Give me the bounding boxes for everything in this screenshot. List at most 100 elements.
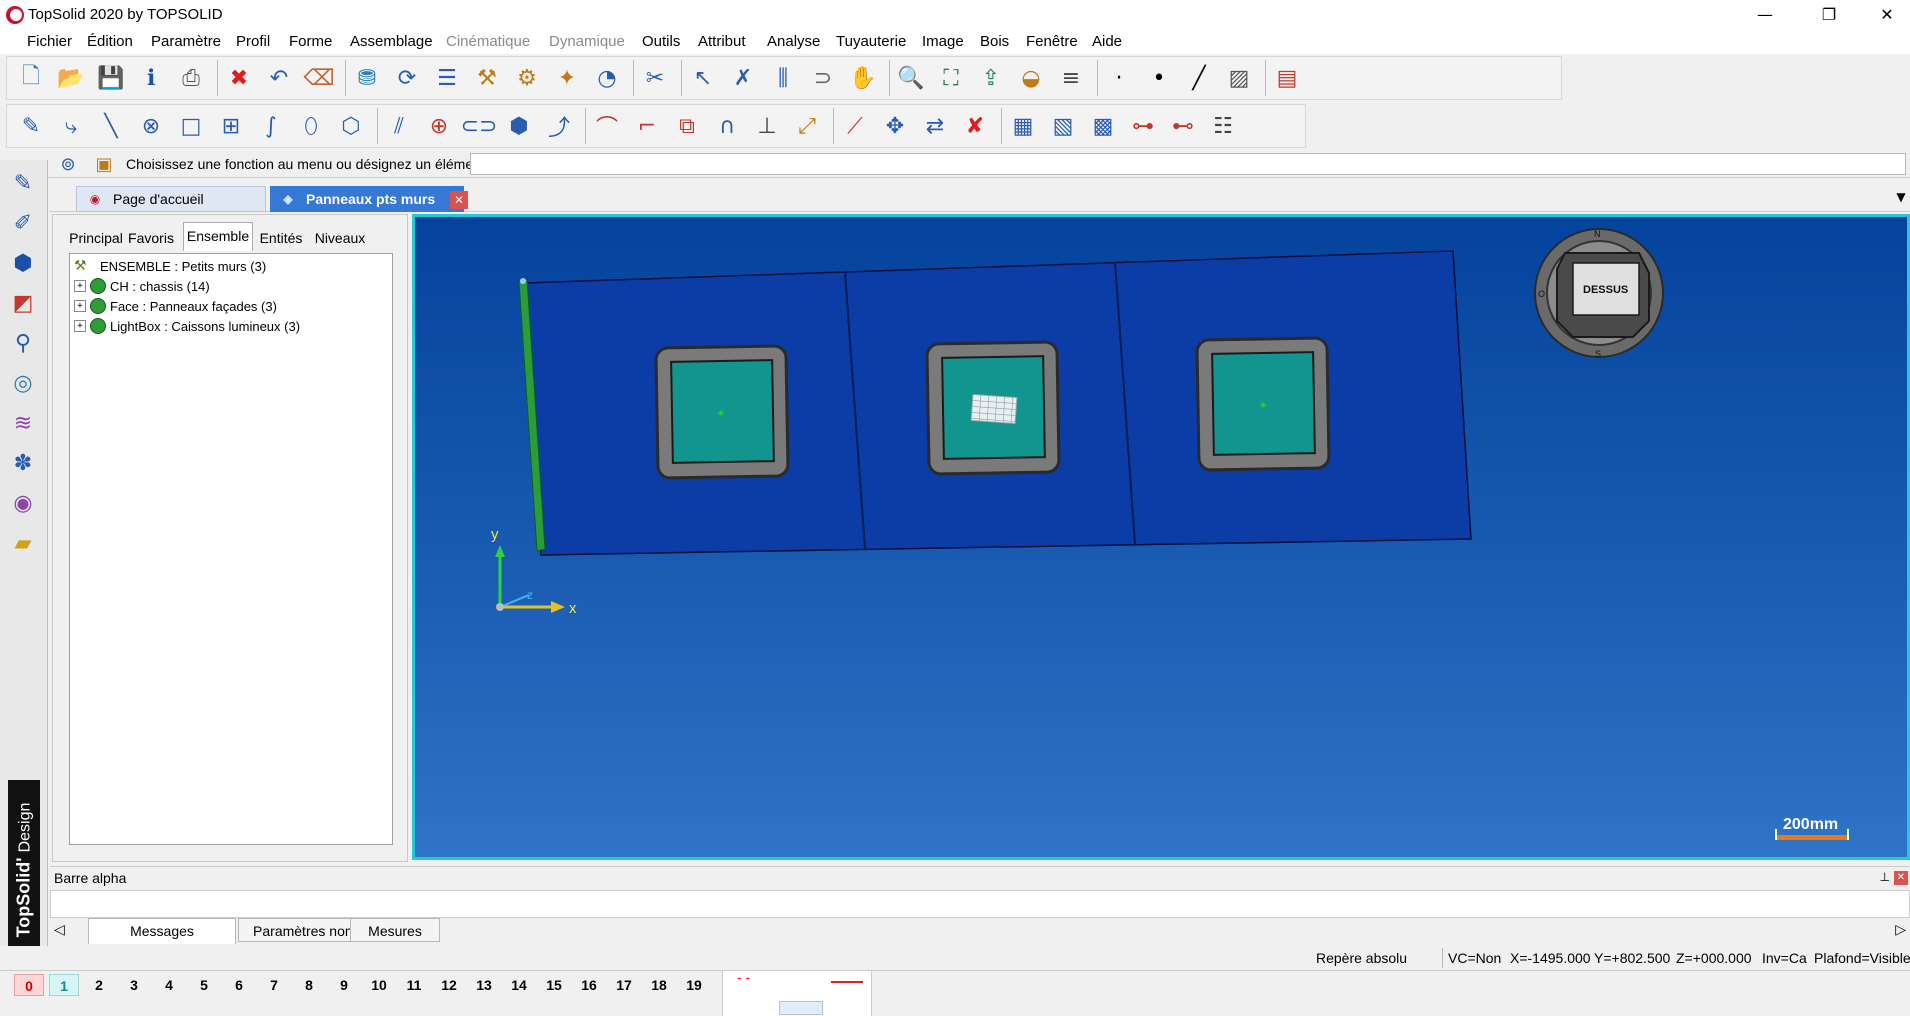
hammer-icon[interactable]: ⚒ <box>471 62 503 94</box>
layer-5[interactable]: 5 <box>189 974 219 996</box>
polygon-icon[interactable]: ⬡ <box>335 110 367 142</box>
parallel-icon[interactable]: ⫽ <box>383 110 415 142</box>
analysis-mode-icon[interactable]: ≋ <box>6 406 40 440</box>
layer-15[interactable]: 15 <box>539 974 569 996</box>
export-icon[interactable]: ⇪ <box>975 62 1007 94</box>
eraser-icon[interactable]: ⌫ <box>303 62 335 94</box>
tools-icon[interactable]: ⚙ <box>511 62 543 94</box>
menu-item-10[interactable]: Analyse <box>767 33 820 50</box>
layer-14[interactable]: 14 <box>504 974 534 996</box>
snap-icon[interactable]: ✂ <box>639 62 671 94</box>
measure-icon[interactable]: ◔ <box>591 62 623 94</box>
display-mode-icon[interactable]: ◒ <box>1015 62 1047 94</box>
line-icon[interactable]: ╱ <box>1183 62 1215 94</box>
layer-4[interactable]: 4 <box>154 974 184 996</box>
zoom-icon[interactable]: 🔍 <box>895 62 927 94</box>
assembly-icon[interactable]: ▦ <box>1007 110 1039 142</box>
save-icon[interactable]: 💾 <box>95 62 127 94</box>
menu-item-6[interactable]: Cinématique <box>446 33 530 50</box>
open-folder-icon[interactable]: 📂 <box>55 62 87 94</box>
menu-item-4[interactable]: Forme <box>289 33 332 50</box>
command-input[interactable] <box>470 153 1906 175</box>
close-alpha-bar-button[interactable]: ✕ <box>1894 871 1908 885</box>
polyline-icon[interactable]: ⤷ <box>55 110 87 142</box>
layer-19[interactable]: 19 <box>679 974 709 996</box>
close-tab-button[interactable]: ✕ <box>450 191 468 209</box>
tab-measures[interactable]: Mesures <box>350 918 440 942</box>
panel-tab-4[interactable]: Niveaux <box>309 225 371 251</box>
tab-panneaux[interactable]: ◈ Panneaux pts murs <box>270 186 464 212</box>
tree-node[interactable]: + Face : Panneaux façades (3) <box>74 296 277 316</box>
fillet-icon[interactable]: ⌒ <box>591 110 623 142</box>
dimension-filter-icon[interactable]: ▣ <box>88 148 120 180</box>
layer-9[interactable]: 9 <box>329 974 359 996</box>
spline-icon[interactable]: ∫ <box>255 110 287 142</box>
scroll-right-icon[interactable]: ▷ <box>1895 922 1906 938</box>
menu-item-0[interactable]: Fichier <box>27 33 72 50</box>
layer-icon[interactable]: ≡ <box>1055 62 1087 94</box>
panel-tab-1[interactable]: Favoris <box>125 225 177 251</box>
dimension-icon[interactable]: ⟋ <box>839 110 871 142</box>
panel-tab-0[interactable]: Principal <box>67 225 125 251</box>
layer-16[interactable]: 16 <box>574 974 604 996</box>
sketch-pencil-icon[interactable]: ✎ <box>15 110 47 142</box>
layer-3[interactable]: 3 <box>119 974 149 996</box>
layer-8[interactable]: 8 <box>294 974 324 996</box>
menu-item-13[interactable]: Bois <box>980 33 1009 50</box>
undo-icon[interactable]: ↶ <box>263 62 295 94</box>
alpha-bar-body[interactable] <box>50 890 1910 918</box>
trim-icon[interactable]: ⊥ <box>751 110 783 142</box>
target-mode-icon[interactable]: ◎ <box>6 366 40 400</box>
scroll-left-icon[interactable]: ◁ <box>54 922 65 938</box>
dot-small-icon[interactable]: · <box>1103 62 1135 94</box>
menu-item-11[interactable]: Tuyauterie <box>836 33 906 50</box>
expand-icon[interactable]: + <box>74 280 86 292</box>
render-mode-icon[interactable]: ◉ <box>6 486 40 520</box>
component-icon[interactable]: ▩ <box>1087 110 1119 142</box>
wood-mode-icon[interactable]: ▰ <box>6 526 40 560</box>
layer-17[interactable]: 17 <box>609 974 639 996</box>
line-tool-icon[interactable]: ╲ <box>95 110 127 142</box>
tool-mode-icon[interactable]: ⚲ <box>6 326 40 360</box>
layer-18[interactable]: 18 <box>644 974 674 996</box>
sweep-icon[interactable]: ⤴ <box>543 110 575 142</box>
rotate-view-icon[interactable]: ⟳ <box>391 62 423 94</box>
layer-0[interactable]: 0 <box>14 974 44 996</box>
tree-node[interactable]: + LightBox : Caissons lumineux (3) <box>74 316 300 336</box>
pick-icon[interactable]: ✗ <box>727 62 759 94</box>
delete-icon[interactable]: ✖ <box>223 62 255 94</box>
minimize-button[interactable]: — <box>1742 2 1788 28</box>
filter-icon[interactable]: ⛃ <box>351 62 383 94</box>
frame-icon[interactable]: ⊞ <box>215 110 247 142</box>
point-icon[interactable]: ⊕ <box>423 110 455 142</box>
part-icon[interactable]: ▧ <box>1047 110 1079 142</box>
expand-icon[interactable]: + <box>74 320 86 332</box>
rectangle-icon[interactable]: □ <box>175 110 207 142</box>
layer-6[interactable]: 6 <box>224 974 254 996</box>
mirror-icon[interactable]: ⇄ <box>919 110 951 142</box>
layer-1[interactable]: 1 <box>49 974 79 996</box>
menu-item-5[interactable]: Assemblage <box>350 33 433 50</box>
tabs-menu-icon[interactable]: ▼ <box>1892 190 1910 208</box>
sketch-mode-icon[interactable]: ✎ <box>6 166 40 200</box>
cancel-icon[interactable]: ✘ <box>959 110 991 142</box>
slot-icon[interactable]: ⊂⊃ <box>461 110 498 142</box>
ellipse-icon[interactable]: ⬯ <box>295 110 327 142</box>
layer-2[interactable]: 2 <box>84 974 114 996</box>
magic-icon[interactable]: ✦ <box>551 62 583 94</box>
screen-icon[interactable]: ▤ <box>1271 62 1303 94</box>
list-icon[interactable]: ☷ <box>1207 110 1239 142</box>
view-compass[interactable]: DESSUS N S O <box>1534 228 1664 359</box>
menu-item-15[interactable]: Aide <box>1092 33 1122 50</box>
magnet-icon[interactable]: ⊃ <box>807 62 839 94</box>
circle-center-icon[interactable]: ⊗ <box>135 110 167 142</box>
move-icon[interactable]: ✥ <box>879 110 911 142</box>
print-icon[interactable]: ⎙ <box>175 62 207 94</box>
tree-root[interactable]: ⚒ ENSEMBLE : Petits murs (3) <box>74 256 266 276</box>
arc-icon[interactable]: ∩ <box>711 110 743 142</box>
layer-10[interactable]: 10 <box>364 974 394 996</box>
solid-mode-icon[interactable]: ⬢ <box>6 246 40 280</box>
document-info-icon[interactable]: ℹ <box>135 62 167 94</box>
panel-tab-2[interactable]: Ensemble <box>183 222 253 251</box>
columns-icon[interactable]: ⫼ <box>767 62 799 94</box>
